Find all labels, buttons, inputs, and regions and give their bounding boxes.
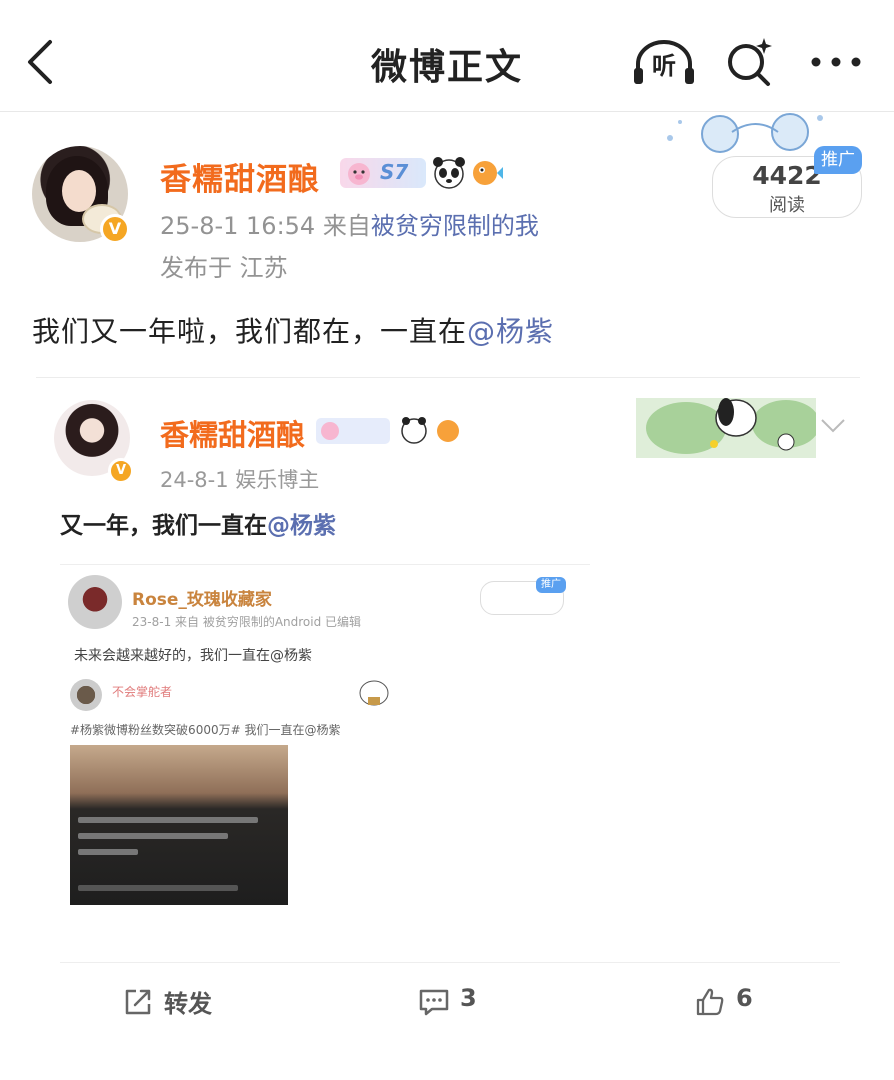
embedded-verified-icon: V [108,458,134,484]
top-nav-bar: 微博正文 听 [0,0,894,112]
level-badge: S7 [340,158,426,188]
post-image[interactable]: V 香糯甜酒酿 24-8-1 娱乐博主 又一年，我们一直在@杨紫 Rose_玫瑰… [36,377,860,935]
source-prefix: 来自 [322,212,371,240]
search-sparkle-icon [728,38,772,86]
read-label: 阅读 [769,195,805,216]
repost-icon [125,989,151,1015]
inner-promo-tag: 推广 [536,577,566,593]
like-button[interactable]: 6 [694,980,774,1024]
post-text: 我们又一年啦，我们都在，一直在@杨紫 [32,310,554,350]
level-badge-text: S7 [380,160,409,184]
photo-row [78,817,258,823]
mention-link[interactable]: @杨紫 [467,315,554,348]
embedded-meta: 24-8-1 娱乐博主 [160,468,320,492]
pochacco-sticker-icon [636,398,816,458]
photo-row [78,849,138,855]
source-link[interactable]: 被贫穷限制的我 [371,212,539,240]
snail-sticker-icon [359,680,389,706]
photo-row [78,885,238,891]
username[interactable]: 香糯甜酒酿 [160,154,320,199]
listen-label: 听 [652,52,676,80]
like-count: 6 [736,984,753,1012]
listen-button[interactable]: 听 [632,38,696,86]
location: 发布于 江苏 [160,254,288,282]
post-body: 我们又一年啦，我们都在，一直在 [32,315,468,348]
nested-photo [70,745,288,905]
chevron-down-icon [821,419,845,433]
inner-text: 未来会越来越好的，我们一直在@杨紫 [74,648,312,664]
embedded-username: 香糯甜酒酿 [160,418,306,452]
inner-avatar [68,575,122,629]
more-button[interactable] [806,44,866,80]
embedded-badges-icon [316,417,459,444]
repost-label: 转发 [164,990,212,1018]
comment-icon [419,989,449,1016]
search-button[interactable] [724,34,776,90]
photo-row [78,833,228,839]
thumbs-up-icon [696,988,724,1016]
embedded-body: 又一年，我们一直在 [60,513,267,539]
nested-avatar [70,679,102,711]
timestamp: 25-8-1 16:54 [160,212,316,240]
inner-meta: 23-8-1 来自 被贫穷限制的Android 已编辑 [132,615,362,629]
comment-button[interactable]: 3 [418,980,498,1024]
comment-count: 3 [460,984,477,1012]
nested-username: 不会掌舵者 [112,685,173,699]
more-dots-icon [811,57,861,67]
post-meta: 25-8-1 16:54 来自被贫穷限制的我 [160,206,539,241]
panda-icon [433,157,465,189]
footer-divider [60,962,840,963]
inner-repost-card: Rose_玫瑰收藏家 23-8-1 来自 被贫穷限制的Android 已编辑 推… [60,564,590,928]
repost-button[interactable]: 转发 [122,980,242,1024]
pig-icon [348,163,370,185]
embedded-text: 又一年，我们一直在@杨紫 [60,506,336,540]
nested-text: #杨紫微博粉丝数突破6000万# 我们一直在@杨紫 [70,723,341,737]
pufferfish-icon [473,161,503,185]
promo-tag[interactable]: 推广 [814,146,862,174]
verified-badge-icon: V [100,214,130,244]
embedded-mention: @杨紫 [267,513,336,539]
inner-username: Rose_玫瑰收藏家 [132,590,272,610]
